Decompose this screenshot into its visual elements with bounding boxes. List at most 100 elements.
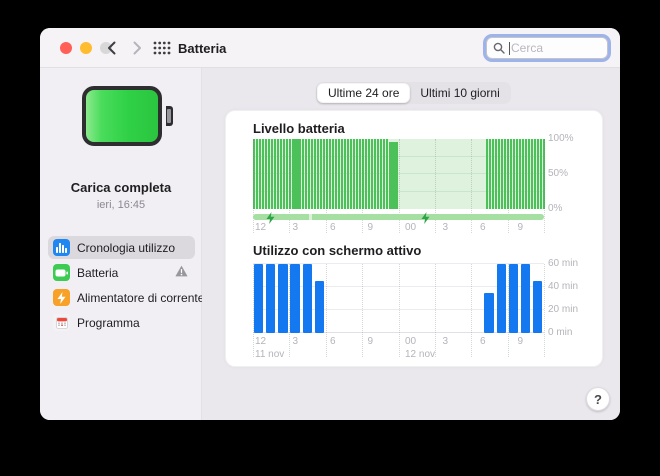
- battery-level-bar: [347, 139, 349, 209]
- back-button[interactable]: [99, 36, 123, 60]
- minimize-button[interactable]: [80, 42, 92, 54]
- battery-level-bar: [501, 139, 503, 209]
- battery-level-bar: [292, 139, 294, 209]
- sidebar-item-label: Programma: [77, 316, 195, 330]
- battery-level-bar: [392, 142, 394, 209]
- battery-level-bar: [531, 139, 533, 209]
- battery-level-bar: [495, 139, 497, 209]
- battery-level-bar: [280, 139, 282, 209]
- screen-usage-bar: [254, 264, 263, 333]
- battery-level-bar: [286, 139, 288, 209]
- y-tick-label: 0 min: [548, 327, 600, 338]
- battery-level-bar: [320, 139, 322, 209]
- close-button[interactable]: [60, 42, 72, 54]
- battery-level-bar: [323, 139, 325, 209]
- main-content: Ultime 24 oreUltimi 10 giorni Livello ba…: [202, 68, 620, 420]
- battery-level-bar: [383, 139, 385, 209]
- battery-level-bar: [311, 139, 313, 209]
- screen-usage-bar: [521, 264, 530, 333]
- screen-usage-bar: [303, 264, 312, 333]
- time-range-tabs: Ultime 24 oreUltimi 10 giorni: [316, 82, 511, 104]
- battery-level-bar: [265, 139, 267, 209]
- tab-ultime-24-ore[interactable]: Ultime 24 ore: [317, 83, 410, 103]
- battery-level-bar: [341, 139, 343, 209]
- battery-level-bar: [377, 139, 379, 209]
- battery-level-bar: [365, 139, 367, 209]
- battery-level-bar: [489, 139, 491, 209]
- battery-level-bar: [380, 139, 382, 209]
- y-tick-label: 0%: [548, 203, 600, 214]
- day-label: 11 nov: [255, 349, 284, 360]
- charging-strip: [253, 214, 544, 220]
- battery-level-bar: [326, 139, 328, 209]
- x-tick-label: 6: [330, 222, 336, 233]
- battery-preferences-window: Batteria Carica completa ieri, 16:45 Cro…: [40, 28, 620, 420]
- y-tick-label: 50%: [548, 168, 600, 179]
- desktop-background: Batteria Carica completa ieri, 16:45 Cro…: [0, 0, 660, 476]
- forward-button[interactable]: [125, 36, 149, 60]
- battery-level-bar: [298, 139, 300, 209]
- battery-level-bar: [507, 139, 509, 209]
- bar-chart-icon: [53, 239, 70, 256]
- battery-level-bar: [492, 139, 494, 209]
- battery-level-bar: [528, 139, 530, 209]
- battery-level-chart-title: Livello batteria: [253, 121, 345, 136]
- day-labels-row: 11 nov12 nov: [253, 349, 553, 361]
- search-input[interactable]: [511, 41, 591, 55]
- full-green-battery-icon: [82, 86, 162, 146]
- battery-level-bar: [510, 139, 512, 209]
- calendar-icon: [53, 314, 70, 331]
- battery-level-bar: [353, 139, 355, 209]
- x-tick-label: 3: [293, 222, 299, 233]
- battery-level-bar: [344, 139, 346, 209]
- battery-level-bar: [389, 142, 391, 209]
- x-tick-label: 3: [293, 336, 299, 347]
- x-tick-label: 00: [405, 336, 416, 347]
- battery-level-bar: [335, 139, 337, 209]
- battery-level-bar: [356, 139, 358, 209]
- tab-ultimi-10-giorni[interactable]: Ultimi 10 giorni: [410, 83, 509, 103]
- sidebar-item-label: Batteria: [77, 266, 175, 280]
- x-tick-label: 6: [480, 336, 486, 347]
- battery-level-bar: [395, 142, 397, 209]
- x-tick-label: 9: [368, 222, 374, 233]
- power-bolt-icon: [53, 289, 70, 306]
- battery-level-bar: [543, 139, 545, 209]
- battery-level-bar: [314, 139, 316, 209]
- screen-usage-bar: [497, 264, 506, 333]
- help-button[interactable]: ?: [586, 387, 610, 411]
- battery-level-bar: [362, 139, 364, 209]
- search-field[interactable]: [486, 37, 608, 59]
- battery-level-bar: [274, 139, 276, 209]
- sidebar-item-cronologia-utilizzo[interactable]: Cronologia utilizzo: [48, 236, 195, 259]
- screen-usage-bar: [290, 264, 299, 333]
- battery-level-bar: [338, 139, 340, 209]
- warning-icon: [175, 264, 188, 282]
- battery-level-bar: [371, 139, 373, 209]
- battery-level-bar: [540, 139, 542, 209]
- battery-level-bar: [289, 139, 291, 209]
- battery-level-bar: [302, 139, 304, 209]
- toolbar: Batteria: [40, 28, 620, 68]
- x-tick-label: 12: [255, 336, 266, 347]
- battery-level-bar: [374, 139, 376, 209]
- battery-level-bar: [253, 139, 255, 209]
- battery-level-bar: [516, 139, 518, 209]
- battery-status-title: Carica completa: [40, 180, 202, 195]
- strip-gap: [309, 214, 312, 220]
- sidebar-item-batteria[interactable]: Batteria: [48, 261, 195, 284]
- battery-level-bar: [513, 139, 515, 209]
- battery-status-timestamp: ieri, 16:45: [40, 199, 202, 211]
- show-all-grid-icon[interactable]: [153, 41, 171, 55]
- battery-level-bar: [277, 139, 279, 209]
- battery-level-plot: [253, 139, 544, 209]
- sidebar-item-programma[interactable]: Programma: [48, 311, 195, 334]
- battery-level-bar: [262, 139, 264, 209]
- x-tick-label: 9: [368, 336, 374, 347]
- x-tick-label: 6: [480, 222, 486, 233]
- screen-usage-x-axis: 1236900369: [253, 336, 553, 348]
- battery-level-bar: [283, 139, 285, 209]
- sidebar-item-alimentatore-di-corrente[interactable]: Alimentatore di corrente: [48, 286, 195, 309]
- x-tick-label: 00: [405, 222, 416, 233]
- battery-level-bar: [259, 139, 261, 209]
